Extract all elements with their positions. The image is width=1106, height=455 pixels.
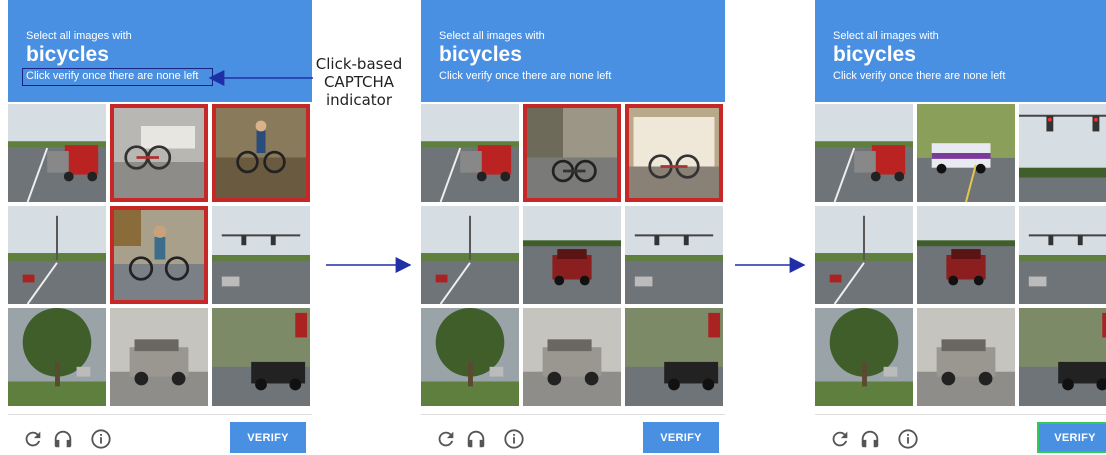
arrows-layer <box>208 70 806 273</box>
